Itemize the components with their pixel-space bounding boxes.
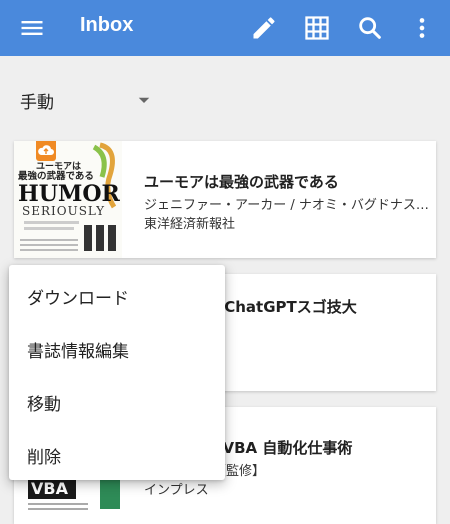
book-cover: ユーモアは 最強の武器である HUMOR SERIOUSLY xyxy=(14,141,122,258)
dropdown-arrow-icon[interactable] xyxy=(135,91,153,109)
book-title: ユーモアは最強の武器である xyxy=(144,173,339,191)
book-publisher: 東洋経済新報社 xyxy=(144,217,236,232)
context-menu: ダウンロード 書誌情報編集 移動 削除 xyxy=(9,265,225,480)
grid-icon[interactable] xyxy=(303,14,331,42)
cover-text-line4: SERIOUSLY xyxy=(22,204,105,218)
menu-item-edit-metadata[interactable]: 書誌情報編集 xyxy=(9,321,225,374)
more-vert-icon[interactable] xyxy=(408,14,436,42)
menu-icon[interactable] xyxy=(18,14,46,42)
sort-label: 手動 xyxy=(20,93,54,113)
menu-item-label: 移動 xyxy=(27,395,61,415)
menu-item-label: 削除 xyxy=(27,448,61,468)
edit-icon[interactable] xyxy=(250,14,278,42)
book-card[interactable]: ユーモアは 最強の武器である HUMOR SERIOUSLY ユーモアは最強の武… xyxy=(14,141,436,258)
menu-item-move[interactable]: 移動 xyxy=(9,374,225,427)
menu-item-download[interactable]: ダウンロード xyxy=(9,268,225,321)
menu-item-delete[interactable]: 削除 xyxy=(9,427,225,480)
book-authors: ジェニファー・アーカー / ナオミ・バグドナス… xyxy=(144,198,429,213)
menu-item-label: 書誌情報編集 xyxy=(27,342,129,362)
menu-item-label: ダウンロード xyxy=(27,289,129,309)
cover-vba-text: VBA xyxy=(31,479,69,498)
sort-selector[interactable]: 手動 xyxy=(0,56,450,136)
top-app-bar: Inbox xyxy=(0,0,450,56)
page-title: Inbox xyxy=(80,14,134,36)
search-icon[interactable] xyxy=(356,14,384,42)
book-publisher: インプレス xyxy=(144,483,209,498)
cloud-upload-icon xyxy=(36,141,56,161)
